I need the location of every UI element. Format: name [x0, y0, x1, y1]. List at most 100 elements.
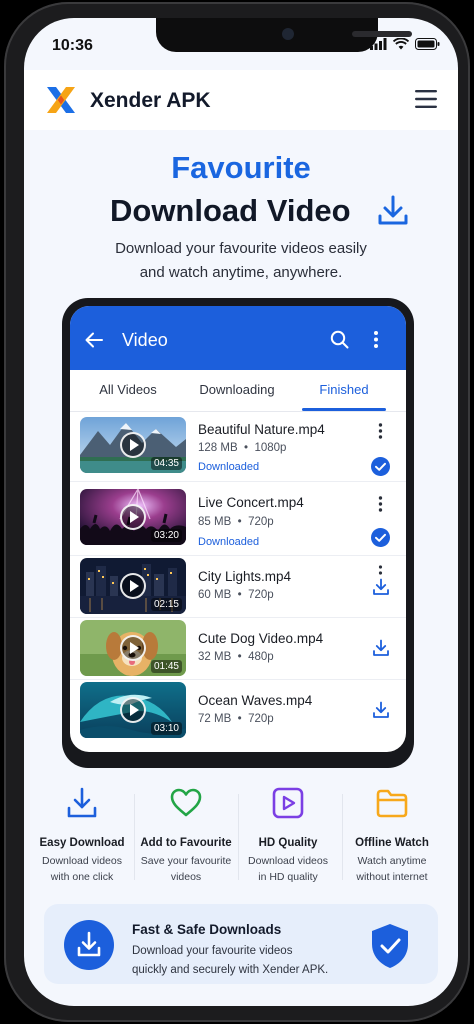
video-duration: 01:45	[150, 660, 182, 673]
video-file-name: Beautiful Nature.mp4	[198, 422, 325, 437]
play-icon[interactable]	[120, 573, 146, 599]
more-vertical-icon[interactable]	[378, 496, 383, 512]
banner-title: Fast & Safe Downloads	[132, 922, 282, 937]
hamburger-menu-icon[interactable]	[414, 88, 438, 110]
video-meta: 72 MB • 720p	[198, 713, 274, 725]
video-list-item[interactable]: 03:10 Ocean Waves.mp4 72 MB • 720p	[70, 679, 406, 741]
feature-desc-line1: Save your favourite	[140, 855, 232, 867]
signal-icon	[370, 38, 387, 50]
more-vertical-icon[interactable]	[378, 423, 383, 439]
feature-title: Offline Watch	[355, 837, 429, 849]
video-file-name: Live Concert.mp4	[198, 495, 304, 510]
more-vertical-icon[interactable]	[378, 565, 383, 575]
banner-description: Download your favourite videos quickly an…	[132, 942, 362, 980]
feature-desc-line1: Download videos	[42, 855, 122, 867]
video-file-name: Cute Dog Video.mp4	[198, 631, 324, 646]
video-size: 32 MB	[198, 651, 232, 663]
phone-frame: 10:36 Xender APK Favourite Download Vide…	[4, 2, 470, 1022]
video-thumbnail: 02:15	[80, 558, 186, 614]
more-vertical-icon[interactable]	[373, 330, 379, 349]
front-camera	[282, 28, 294, 40]
video-meta: 128 MB • 1080p	[198, 442, 287, 454]
video-file-name: Ocean Waves.mp4	[198, 693, 313, 708]
speaker	[352, 31, 412, 37]
feature-easy-download: Easy Download Download videos with one cl…	[30, 786, 134, 885]
check-circle-icon	[371, 457, 390, 476]
tab-finished[interactable]: Finished	[302, 382, 386, 397]
feature-desc: Save your favourite videos	[134, 853, 238, 885]
feature-desc-line2: in HD quality	[258, 871, 318, 883]
fast-safe-banner: Fast & Safe Downloads Download your favo…	[44, 904, 438, 984]
download-icon	[67, 787, 97, 818]
video-duration: 02:15	[150, 598, 182, 611]
features-row: Easy Download Download videos with one cl…	[24, 786, 458, 896]
feature-title: Add to Favourite	[140, 837, 232, 849]
download-status: Downloaded	[198, 536, 260, 548]
video-list-item[interactable]: 02:15 City Lights.mp4 60 MB • 720p	[70, 555, 406, 618]
video-app-bar: Video	[70, 306, 406, 370]
inner-phone-mockup: Video All Videos Downloading Finished 04…	[62, 298, 414, 768]
video-size: 128 MB	[198, 442, 238, 454]
video-list-item[interactable]: 04:35 Beautiful Nature.mp4 128 MB • 1080…	[70, 411, 406, 482]
hd-play-icon	[272, 787, 304, 819]
heart-icon	[170, 788, 202, 817]
hero-title-line1: Favourite	[171, 150, 311, 185]
notch	[156, 18, 412, 52]
wifi-icon	[393, 38, 409, 50]
video-quality: 1080p	[254, 442, 287, 454]
video-duration: 03:10	[150, 722, 182, 735]
video-duration: 03:20	[150, 529, 182, 542]
feature-desc: Download videos with one click	[30, 853, 134, 885]
feature-desc: Watch anytime without internet	[340, 853, 444, 885]
video-list-item[interactable]: 01:45 Cute Dog Video.mp4 32 MB • 480p	[70, 617, 406, 680]
download-icon[interactable]	[372, 639, 390, 657]
banner-desc-line2: quickly and securely with Xender APK.	[132, 964, 329, 976]
download-icon[interactable]	[372, 578, 390, 596]
feature-desc-line2: without internet	[356, 871, 428, 883]
back-arrow-icon[interactable]	[85, 331, 103, 349]
folder-icon	[376, 789, 408, 818]
video-duration: 04:35	[150, 457, 182, 470]
app-title: Xender APK	[90, 89, 211, 112]
video-quality: 480p	[248, 651, 274, 663]
feature-add-to-favourite: Add to Favourite Save your favourite vide…	[134, 786, 238, 885]
phone-screen: 10:36 Xender APK Favourite Download Vide…	[24, 18, 458, 1006]
video-meta: 60 MB • 720p	[198, 589, 274, 601]
feature-hd-quality: HD Quality Download videos in HD quality	[236, 786, 340, 885]
video-quality: 720p	[248, 589, 274, 601]
tab-downloading[interactable]: Downloading	[190, 382, 284, 397]
feature-desc-line1: Watch anytime	[357, 855, 427, 867]
app-header: Xender APK	[24, 70, 458, 130]
download-status: Downloaded	[198, 461, 260, 473]
play-icon[interactable]	[120, 504, 146, 530]
feature-title: Easy Download	[39, 837, 125, 849]
video-file-name: City Lights.mp4	[198, 569, 292, 584]
feature-offline-watch: Offline Watch Watch anytime without inter…	[340, 786, 444, 885]
video-list-item[interactable]: 03:20 Live Concert.mp4 85 MB • 720p Down…	[70, 481, 406, 556]
xender-logo-icon	[47, 87, 75, 113]
feature-title: HD Quality	[258, 837, 318, 849]
video-app-screen: Video All Videos Downloading Finished 04…	[70, 306, 406, 752]
status-icons	[370, 38, 440, 50]
video-app-title: Video	[122, 330, 168, 350]
download-icon[interactable]	[372, 701, 390, 719]
video-quality: 720p	[248, 516, 274, 528]
tab-all-videos[interactable]: All Videos	[86, 382, 170, 397]
play-icon[interactable]	[120, 697, 146, 723]
video-meta: 32 MB • 480p	[198, 651, 274, 663]
play-icon[interactable]	[120, 432, 146, 458]
battery-icon	[415, 38, 440, 50]
shield-check-icon	[372, 924, 408, 968]
status-time: 10:36	[52, 37, 93, 54]
video-size: 85 MB	[198, 516, 232, 528]
feature-desc-line1: Download videos	[248, 855, 328, 867]
play-icon[interactable]	[120, 635, 146, 661]
hero-title-line2: Download Video	[110, 193, 351, 228]
download-icon	[64, 920, 114, 970]
search-icon[interactable]	[330, 330, 349, 349]
video-quality: 720p	[248, 713, 274, 725]
video-thumbnail: 03:10	[80, 682, 186, 738]
banner-desc-line1: Download your favourite videos	[132, 945, 293, 957]
video-tabs: All Videos Downloading Finished	[70, 370, 406, 412]
feature-desc-line2: with one click	[50, 871, 114, 883]
